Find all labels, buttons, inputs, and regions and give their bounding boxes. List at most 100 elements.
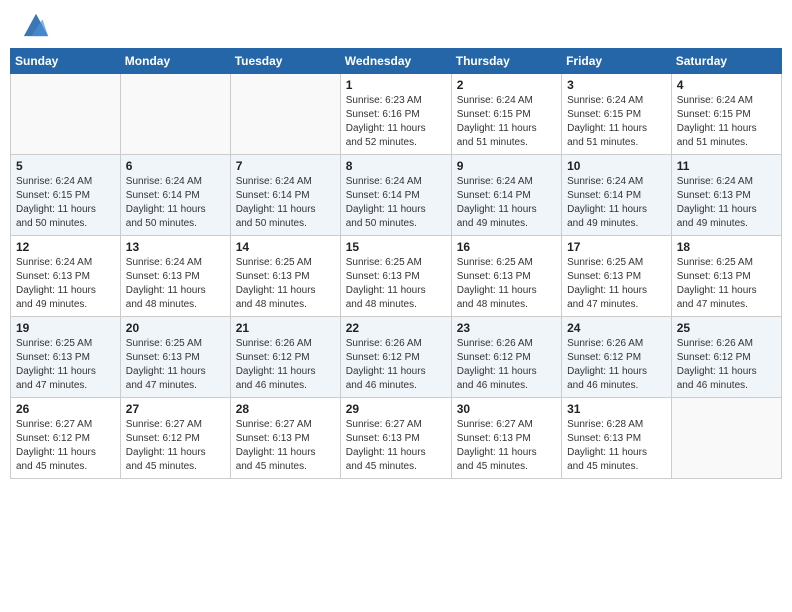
calendar-empty-cell — [120, 74, 230, 155]
day-number: 20 — [126, 321, 225, 335]
calendar-header-thursday: Thursday — [451, 49, 561, 74]
calendar-day-cell: 23 Sunrise: 6:26 AM Sunset: 6:12 PM Dayli… — [451, 317, 561, 398]
calendar-day-cell: 24 Sunrise: 6:26 AM Sunset: 6:12 PM Dayli… — [562, 317, 672, 398]
day-info: Sunrise: 6:25 AM Sunset: 6:13 PM Dayligh… — [126, 337, 225, 393]
calendar-day-cell: 7Sunrise: 6:24 AM Sunset: 6:14 PM Daylig… — [230, 155, 340, 236]
calendar-day-cell: 22 Sunrise: 6:26 AM Sunset: 6:12 PM Dayli… — [340, 317, 451, 398]
calendar-day-cell: 31 Sunrise: 6:28 AM Sunset: 6:13 PM Dayli… — [562, 398, 672, 479]
day-number: 21 — [236, 321, 335, 335]
day-info: Sunrise: 6:28 AM Sunset: 6:13 PM Dayligh… — [567, 418, 666, 474]
day-number: 11 — [677, 159, 776, 173]
day-number: 29 — [346, 402, 446, 416]
calendar-day-cell: 12Sunrise: 6:24 AM Sunset: 6:13 PM Dayli… — [11, 236, 121, 317]
calendar-header-saturday: Saturday — [671, 49, 781, 74]
day-number: 25 — [677, 321, 776, 335]
day-number: 16 — [457, 240, 556, 254]
calendar-empty-cell — [11, 74, 121, 155]
day-info: Sunrise: 6:24 AM Sunset: 6:14 PM Dayligh… — [567, 175, 666, 231]
day-info: Sunrise: 6:26 AM Sunset: 6:12 PM Dayligh… — [346, 337, 446, 393]
day-info: Sunrise: 6:26 AM Sunset: 6:12 PM Dayligh… — [457, 337, 556, 393]
day-number: 31 — [567, 402, 666, 416]
day-info: Sunrise: 6:26 AM Sunset: 6:12 PM Dayligh… — [567, 337, 666, 393]
calendar-day-cell: 3Sunrise: 6:24 AM Sunset: 6:15 PM Daylig… — [562, 74, 672, 155]
calendar-empty-cell — [230, 74, 340, 155]
day-info: Sunrise: 6:27 AM Sunset: 6:12 PM Dayligh… — [126, 418, 225, 474]
day-info: Sunrise: 6:24 AM Sunset: 6:15 PM Dayligh… — [677, 94, 776, 150]
day-number: 18 — [677, 240, 776, 254]
day-number: 5 — [16, 159, 115, 173]
calendar-day-cell: 4 Sunrise: 6:24 AM Sunset: 6:15 PM Daylig… — [671, 74, 781, 155]
day-info: Sunrise: 6:26 AM Sunset: 6:12 PM Dayligh… — [677, 337, 776, 393]
day-info: Sunrise: 6:26 AM Sunset: 6:12 PM Dayligh… — [236, 337, 335, 393]
calendar-day-cell: 17 Sunrise: 6:25 AM Sunset: 6:13 PM Dayli… — [562, 236, 672, 317]
day-info: Sunrise: 6:24 AM Sunset: 6:13 PM Dayligh… — [16, 256, 115, 312]
day-info: Sunrise: 6:24 AM Sunset: 6:13 PM Dayligh… — [677, 175, 776, 231]
calendar-day-cell: 10 Sunrise: 6:24 AM Sunset: 6:14 PM Dayli… — [562, 155, 672, 236]
day-number: 27 — [126, 402, 225, 416]
day-info: Sunrise: 6:27 AM Sunset: 6:12 PM Dayligh… — [16, 418, 115, 474]
day-number: 17 — [567, 240, 666, 254]
day-info: Sunrise: 6:24 AM Sunset: 6:15 PM Dayligh… — [567, 94, 666, 150]
calendar-empty-cell — [671, 398, 781, 479]
day-number: 24 — [567, 321, 666, 335]
day-number: 4 — [677, 78, 776, 92]
day-number: 2 — [457, 78, 556, 92]
calendar-day-cell: 29 Sunrise: 6:27 AM Sunset: 6:13 PM Dayli… — [340, 398, 451, 479]
calendar-day-cell: 19 Sunrise: 6:25 AM Sunset: 6:13 PM Dayli… — [11, 317, 121, 398]
day-info: Sunrise: 6:25 AM Sunset: 6:13 PM Dayligh… — [677, 256, 776, 312]
day-info: Sunrise: 6:25 AM Sunset: 6:13 PM Dayligh… — [567, 256, 666, 312]
page-header — [10, 10, 782, 42]
calendar-day-cell: 15 Sunrise: 6:25 AM Sunset: 6:13 PM Dayli… — [340, 236, 451, 317]
day-info: Sunrise: 6:25 AM Sunset: 6:13 PM Dayligh… — [236, 256, 335, 312]
calendar-day-cell: 16 Sunrise: 6:25 AM Sunset: 6:13 PM Dayli… — [451, 236, 561, 317]
day-info: Sunrise: 6:27 AM Sunset: 6:13 PM Dayligh… — [236, 418, 335, 474]
day-number: 23 — [457, 321, 556, 335]
calendar-week-row: 19 Sunrise: 6:25 AM Sunset: 6:13 PM Dayli… — [11, 317, 782, 398]
calendar-day-cell: 9Sunrise: 6:24 AM Sunset: 6:14 PM Daylig… — [451, 155, 561, 236]
calendar-header-friday: Friday — [562, 49, 672, 74]
calendar-table: SundayMondayTuesdayWednesdayThursdayFrid… — [10, 48, 782, 479]
calendar-header-row: SundayMondayTuesdayWednesdayThursdayFrid… — [11, 49, 782, 74]
calendar-day-cell: 5 Sunrise: 6:24 AM Sunset: 6:15 PM Daylig… — [11, 155, 121, 236]
calendar-day-cell: 28 Sunrise: 6:27 AM Sunset: 6:13 PM Dayli… — [230, 398, 340, 479]
day-info: Sunrise: 6:24 AM Sunset: 6:14 PM Dayligh… — [346, 175, 446, 231]
calendar-day-cell: 11 Sunrise: 6:24 AM Sunset: 6:13 PM Dayli… — [671, 155, 781, 236]
calendar-day-cell: 2 Sunrise: 6:24 AM Sunset: 6:15 PM Daylig… — [451, 74, 561, 155]
calendar-day-cell: 30Sunrise: 6:27 AM Sunset: 6:13 PM Dayli… — [451, 398, 561, 479]
day-info: Sunrise: 6:24 AM Sunset: 6:14 PM Dayligh… — [126, 175, 225, 231]
day-number: 7 — [236, 159, 335, 173]
day-info: Sunrise: 6:25 AM Sunset: 6:13 PM Dayligh… — [457, 256, 556, 312]
day-number: 26 — [16, 402, 115, 416]
day-number: 6 — [126, 159, 225, 173]
day-number: 13 — [126, 240, 225, 254]
calendar-day-cell: 13 Sunrise: 6:24 AM Sunset: 6:13 PM Dayli… — [120, 236, 230, 317]
day-number: 22 — [346, 321, 446, 335]
day-info: Sunrise: 6:24 AM Sunset: 6:13 PM Dayligh… — [126, 256, 225, 312]
calendar-day-cell: 18 Sunrise: 6:25 AM Sunset: 6:13 PM Dayli… — [671, 236, 781, 317]
day-number: 30 — [457, 402, 556, 416]
day-info: Sunrise: 6:25 AM Sunset: 6:13 PM Dayligh… — [16, 337, 115, 393]
calendar-week-row: 26 Sunrise: 6:27 AM Sunset: 6:12 PM Dayli… — [11, 398, 782, 479]
day-number: 28 — [236, 402, 335, 416]
day-number: 10 — [567, 159, 666, 173]
day-number: 1 — [346, 78, 446, 92]
day-info: Sunrise: 6:25 AM Sunset: 6:13 PM Dayligh… — [346, 256, 446, 312]
calendar-day-cell: 21 Sunrise: 6:26 AM Sunset: 6:12 PM Dayli… — [230, 317, 340, 398]
day-info: Sunrise: 6:24 AM Sunset: 6:15 PM Dayligh… — [457, 94, 556, 150]
day-number: 19 — [16, 321, 115, 335]
calendar-day-cell: 27 Sunrise: 6:27 AM Sunset: 6:12 PM Dayli… — [120, 398, 230, 479]
day-info: Sunrise: 6:27 AM Sunset: 6:13 PM Dayligh… — [346, 418, 446, 474]
day-info: Sunrise: 6:24 AM Sunset: 6:15 PM Dayligh… — [16, 175, 115, 231]
calendar-day-cell: 25 Sunrise: 6:26 AM Sunset: 6:12 PM Dayli… — [671, 317, 781, 398]
calendar-day-cell: 6 Sunrise: 6:24 AM Sunset: 6:14 PM Daylig… — [120, 155, 230, 236]
calendar-day-cell: 14 Sunrise: 6:25 AM Sunset: 6:13 PM Dayli… — [230, 236, 340, 317]
calendar-day-cell: 8 Sunrise: 6:24 AM Sunset: 6:14 PM Daylig… — [340, 155, 451, 236]
calendar-day-cell: 20 Sunrise: 6:25 AM Sunset: 6:13 PM Dayli… — [120, 317, 230, 398]
calendar-week-row: 1Sunrise: 6:23 AM Sunset: 6:16 PM Daylig… — [11, 74, 782, 155]
day-number: 14 — [236, 240, 335, 254]
logo — [18, 14, 50, 38]
calendar-week-row: 5 Sunrise: 6:24 AM Sunset: 6:15 PM Daylig… — [11, 155, 782, 236]
day-number: 15 — [346, 240, 446, 254]
calendar-header-monday: Monday — [120, 49, 230, 74]
day-number: 8 — [346, 159, 446, 173]
